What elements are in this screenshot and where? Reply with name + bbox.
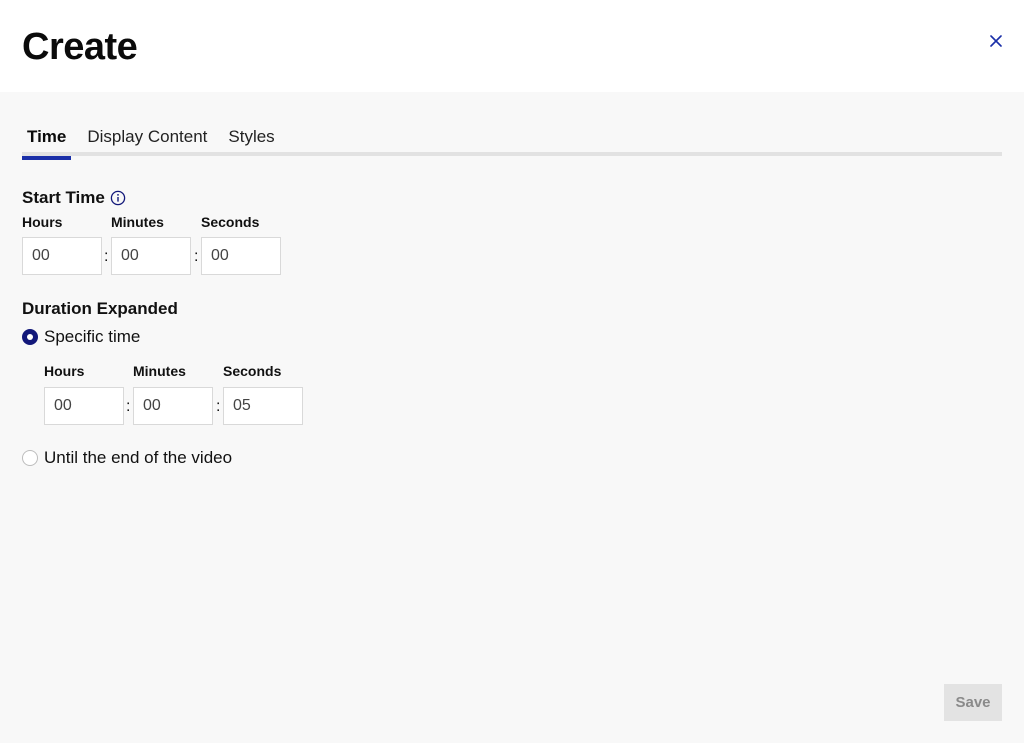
tab-time[interactable]: Time xyxy=(22,126,72,160)
start-minutes-input[interactable] xyxy=(111,237,191,275)
tab-display-content[interactable]: Display Content xyxy=(82,126,212,156)
duration-title: Duration Expanded xyxy=(22,299,178,318)
duration-minutes-label: Minutes xyxy=(133,363,186,379)
dialog-body: Time Display Content Styles Start Time H… xyxy=(0,92,1024,743)
tab-styles[interactable]: Styles xyxy=(223,126,279,156)
duration-minutes-input[interactable] xyxy=(133,387,213,425)
start-time-title: Start Time xyxy=(22,188,105,207)
duration-seconds-input[interactable] xyxy=(223,387,303,425)
duration-seconds-label: Seconds xyxy=(223,363,282,379)
dialog-title: Create xyxy=(22,26,138,68)
start-hours-input[interactable] xyxy=(22,237,102,275)
info-icon[interactable] xyxy=(110,190,126,206)
radio-until-end-label: Until the end of the video xyxy=(44,448,233,467)
duration-heading: Duration Expanded xyxy=(22,299,178,319)
start-minutes-label: Minutes xyxy=(111,214,164,230)
radio-unchecked-icon[interactable] xyxy=(22,450,38,466)
start-seconds-label: Seconds xyxy=(201,214,260,230)
tab-bar: Time Display Content Styles xyxy=(22,126,1002,160)
start-separator: : xyxy=(104,248,109,265)
radio-until-end[interactable]: Until the end of the video xyxy=(22,448,232,468)
close-icon xyxy=(990,34,1002,50)
close-button[interactable] xyxy=(984,30,1008,54)
save-button[interactable]: Save xyxy=(944,684,1002,721)
duration-separator: : xyxy=(216,398,221,415)
duration-hours-input[interactable] xyxy=(44,387,124,425)
radio-checked-icon[interactable] xyxy=(22,329,38,345)
duration-separator: : xyxy=(126,398,131,415)
duration-hours-label: Hours xyxy=(44,363,85,379)
dialog-header: Create xyxy=(0,0,1024,92)
start-time-heading: Start Time xyxy=(22,188,126,208)
start-separator: : xyxy=(194,248,199,265)
start-hours-label: Hours xyxy=(22,214,63,230)
start-seconds-input[interactable] xyxy=(201,237,281,275)
radio-specific-time[interactable]: Specific time xyxy=(22,327,140,347)
radio-specific-time-label: Specific time xyxy=(44,327,141,346)
